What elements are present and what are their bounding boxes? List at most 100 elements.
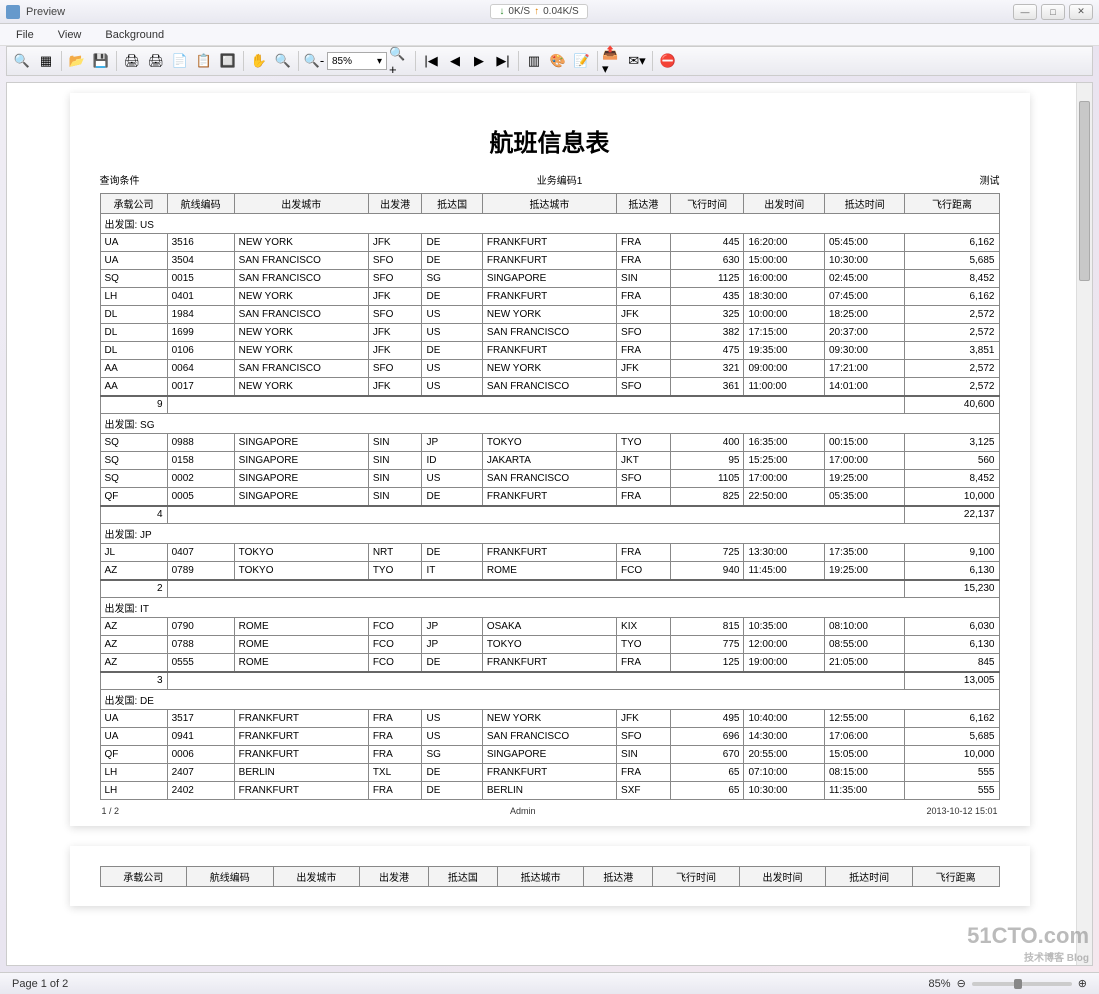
status-page: Page 1 of 2 (12, 978, 68, 990)
watermark: 51CTO.com 技术博客 Blog (967, 923, 1089, 964)
table-row: LH2402FRANKFURTFRADEBERLINSXF6510:30:001… (100, 782, 999, 800)
zoom-minus-icon[interactable]: ⊖ (957, 977, 966, 990)
table-row: JL0407TOKYONRTDEFRANKFURTFRA72513:30:001… (100, 544, 999, 562)
footer-time: 2013-10-12 15:01 (926, 806, 997, 816)
first-page-icon[interactable]: |◀ (420, 50, 442, 72)
col-header: 航线编码 (187, 867, 274, 887)
table-row: UA3504SAN FRANCISCOSFODEFRANKFURTFRA6301… (100, 252, 999, 270)
table-row: AZ0788ROMEFCOJPTOKYOTYO77512:00:0008:55:… (100, 636, 999, 654)
group-header: 出发国: JP (100, 524, 999, 544)
close-preview-icon[interactable]: ⛔ (657, 50, 679, 72)
search-icon[interactable]: 🔍 (11, 50, 33, 72)
menu-background[interactable]: Background (101, 27, 168, 43)
col-header: 出发港 (360, 867, 429, 887)
maximize-button[interactable]: □ (1041, 4, 1065, 20)
email-icon[interactable]: ✉▾ (626, 50, 648, 72)
col-header: 飞行时间 (653, 867, 740, 887)
table-row: AA0017NEW YORKJFKUSSAN FRANCISCOSFO36111… (100, 378, 999, 396)
query-label: 查询条件 (100, 172, 140, 187)
speed-badge: ↓ 0K/S ↑ 0.04K/S (490, 4, 587, 19)
export-icon[interactable]: 📤▾ (602, 50, 624, 72)
biz-code-label: 业务编码1 (537, 172, 583, 187)
zoom-slider[interactable] (972, 982, 1072, 986)
table-row: DL1984SAN FRANCISCOSFOUSNEW YORKJFK32510… (100, 306, 999, 324)
scale-icon[interactable]: 🔲 (217, 50, 239, 72)
col-header: 出发城市 (234, 194, 368, 214)
table-row: QF0005SINGAPORESINDEFRANKFURTFRA82522:50… (100, 488, 999, 506)
menu-file[interactable]: File (12, 27, 38, 43)
table-row: DL1699NEW YORKJFKUSSAN FRANCISCOSFO38217… (100, 324, 999, 342)
zoom-in-icon[interactable]: 🔍+ (389, 50, 411, 72)
test-label: 测试 (980, 172, 1000, 187)
col-header: 抵达时间 (824, 194, 905, 214)
vertical-scrollbar[interactable] (1076, 83, 1092, 965)
zoom-plus-icon[interactable]: ⊕ (1078, 977, 1087, 990)
close-button[interactable]: ✕ (1069, 4, 1093, 20)
col-header: 抵达时间 (826, 867, 913, 887)
col-header: 抵达国 (428, 867, 497, 887)
menubar: File View Background (0, 24, 1099, 46)
subtotal-row: 4 22,137 (100, 506, 999, 524)
table-row: AZ0789TOKYOTYOITROMEFCO94011:45:0019:25:… (100, 562, 999, 580)
table-row: UA0941FRANKFURTFRAUSSAN FRANCISCOSFO6961… (100, 728, 999, 746)
up-arrow-icon: ↑ (534, 6, 539, 17)
watermark-icon[interactable]: 📝 (571, 50, 593, 72)
quick-print-icon[interactable]: 🖨 (145, 50, 167, 72)
group-header: 出发国: DE (100, 690, 999, 710)
header-footer-icon[interactable]: 📋 (193, 50, 215, 72)
prev-page-icon[interactable]: ◀ (444, 50, 466, 72)
col-header: 承载公司 (100, 194, 167, 214)
last-page-icon[interactable]: ▶| (492, 50, 514, 72)
toolbar: 🔍 ▦ 📂 💾 🖨 🖨 📄 📋 🔲 ✋ 🔍 🔍- 85%▾ 🔍+ |◀ ◀ ▶ … (6, 46, 1093, 76)
menu-view[interactable]: View (54, 27, 86, 43)
hand-icon[interactable]: ✋ (248, 50, 270, 72)
app-icon (6, 5, 20, 19)
group-header: 出发国: IT (100, 598, 999, 618)
table-row: SQ0158SINGAPORESINIDJAKARTAJKT9515:25:00… (100, 452, 999, 470)
thumbnails-icon[interactable]: ▦ (35, 50, 57, 72)
table-row: SQ0002SINGAPORESINUSSAN FRANCISCOSFO1105… (100, 470, 999, 488)
report-page-1: 航班信息表 查询条件 业务编码1 测试 承载公司航线编码出发城市出发港抵达国抵达… (70, 93, 1030, 826)
table-row: SQ0015SAN FRANCISCOSFOSGSINGAPORESIN1125… (100, 270, 999, 288)
table-row: DL0106NEW YORKJFKDEFRANKFURTFRA47519:35:… (100, 342, 999, 360)
table-row: AZ0790ROMEFCOJPOSAKAKIX81510:35:0008:10:… (100, 618, 999, 636)
col-header: 飞行距离 (912, 867, 999, 887)
color-icon[interactable]: 🎨 (547, 50, 569, 72)
table-row: AA0064SAN FRANCISCOSFOUSNEW YORKJFK32109… (100, 360, 999, 378)
print-icon[interactable]: 🖨 (121, 50, 143, 72)
multipage-icon[interactable]: ▥ (523, 50, 545, 72)
col-header: 飞行距离 (905, 194, 999, 214)
subtotal-row: 2 15,230 (100, 580, 999, 598)
titlebar: Preview ↓ 0K/S ↑ 0.04K/S — □ ✕ (0, 0, 1099, 24)
col-header: 抵达国 (422, 194, 482, 214)
window-title: Preview (26, 6, 65, 18)
table-row: UA3516NEW YORKJFKDEFRANKFURTFRA44516:20:… (100, 234, 999, 252)
save-icon[interactable]: 💾 (90, 50, 112, 72)
col-header: 出发时间 (739, 867, 826, 887)
down-arrow-icon: ↓ (499, 6, 504, 17)
zoom-out-icon[interactable]: 🔍- (303, 50, 325, 72)
status-zoom: 85% (929, 978, 951, 990)
open-icon[interactable]: 📂 (66, 50, 88, 72)
col-header: 出发时间 (744, 194, 825, 214)
zoom-combo[interactable]: 85%▾ (327, 52, 387, 70)
col-header: 出发港 (368, 194, 422, 214)
page-setup-icon[interactable]: 📄 (169, 50, 191, 72)
table-row: AZ0555ROMEFCODEFRANKFURTFRA12519:00:0021… (100, 654, 999, 672)
col-header: 承载公司 (100, 867, 187, 887)
minimize-button[interactable]: — (1013, 4, 1037, 20)
col-header: 抵达城市 (482, 194, 616, 214)
next-page-icon[interactable]: ▶ (468, 50, 490, 72)
preview-workspace[interactable]: 航班信息表 查询条件 业务编码1 测试 承载公司航线编码出发城市出发港抵达国抵达… (6, 82, 1093, 966)
statusbar: Page 1 of 2 85% ⊖ ⊕ (0, 972, 1099, 994)
group-header: 出发国: SG (100, 414, 999, 434)
subtotal-row: 9 40,600 (100, 396, 999, 414)
group-header: 出发国: US (100, 214, 999, 234)
table-row: LH0401NEW YORKJFKDEFRANKFURTFRA43518:30:… (100, 288, 999, 306)
subtotal-row: 3 13,005 (100, 672, 999, 690)
page-number: 1 / 2 (102, 806, 120, 816)
col-header: 抵达港 (617, 194, 671, 214)
col-header: 出发城市 (273, 867, 360, 887)
magnifier-icon[interactable]: 🔍 (272, 50, 294, 72)
col-header: 飞行时间 (670, 194, 744, 214)
